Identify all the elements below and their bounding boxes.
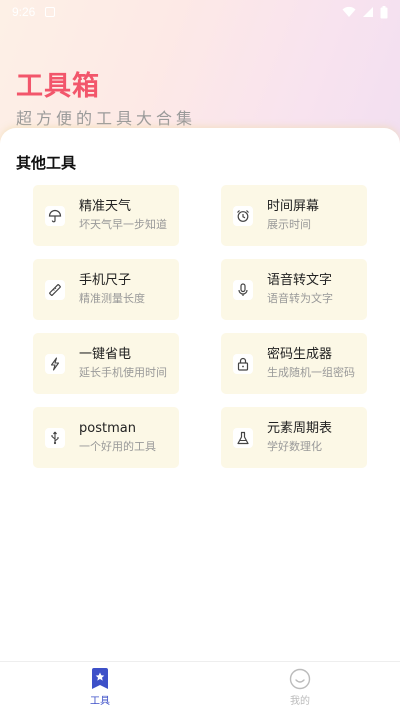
tool-name: 时间屏幕 bbox=[267, 199, 320, 214]
status-icons bbox=[342, 5, 388, 19]
tool-card-weather[interactable]: 精准天气 坏天气早一步知道 bbox=[33, 185, 179, 246]
tool-card-speech-to-text[interactable]: 语音转文字 语音转为文字 bbox=[221, 259, 367, 320]
umbrella-icon bbox=[45, 205, 65, 226]
tool-name: 密码生成器 bbox=[267, 347, 333, 362]
tool-desc: 延长手机使用时间 bbox=[79, 366, 167, 379]
wifi-icon bbox=[342, 6, 356, 17]
tool-card-time-screen[interactable]: 时间屏幕 展示时间 bbox=[221, 185, 367, 246]
tool-name: 一键省电 bbox=[79, 347, 132, 362]
tool-card-ruler[interactable]: 手机尺子 精准测量长度 bbox=[33, 259, 179, 320]
smiley-icon bbox=[289, 668, 311, 690]
tool-desc: 展示时间 bbox=[267, 218, 311, 231]
battery-icon bbox=[380, 5, 388, 18]
tool-card-periodic-table[interactable]: 元素周期表 学好数理化 bbox=[221, 407, 367, 468]
tool-desc: 一个好用的工具 bbox=[79, 440, 156, 453]
star-bookmark-icon bbox=[92, 668, 108, 689]
nav-item-mine[interactable]: 我的 bbox=[280, 668, 320, 707]
tool-desc: 语音转为文字 bbox=[267, 292, 333, 305]
tool-name: 元素周期表 bbox=[267, 421, 333, 436]
section-title: 其他工具 bbox=[16, 154, 77, 172]
tool-name: 手机尺子 bbox=[79, 273, 132, 288]
nav-label-mine: 我的 bbox=[290, 696, 310, 707]
tool-desc: 学好数理化 bbox=[267, 440, 322, 453]
tool-card-password-generator[interactable]: 密码生成器 生成随机一组密码 bbox=[221, 333, 367, 394]
bottom-nav: 工具 我的 bbox=[0, 661, 400, 712]
tool-name: 语音转文字 bbox=[267, 273, 333, 288]
flask-icon bbox=[233, 427, 253, 448]
usb-icon bbox=[45, 427, 65, 448]
tool-card-power-save[interactable]: 一键省电 延长手机使用时间 bbox=[33, 333, 179, 394]
tool-name: postman bbox=[79, 421, 136, 436]
notification-icon bbox=[45, 7, 56, 17]
app-title: 工具箱 bbox=[16, 71, 100, 102]
status-time: 9:26 bbox=[12, 5, 36, 19]
nav-label-tools: 工具 bbox=[90, 696, 110, 707]
tool-desc: 坏天气早一步知道 bbox=[79, 218, 167, 231]
ruler-icon bbox=[45, 279, 65, 300]
tool-desc: 生成随机一组密码 bbox=[267, 366, 355, 379]
status-bar: 9:26 bbox=[0, 0, 400, 24]
nav-item-tools[interactable]: 工具 bbox=[80, 668, 120, 707]
lock-icon bbox=[233, 353, 253, 374]
signal-icon bbox=[363, 7, 373, 17]
tool-name: 精准天气 bbox=[79, 199, 132, 214]
alarm-clock-icon bbox=[233, 205, 253, 226]
microphone-icon bbox=[233, 279, 253, 300]
tool-card-postman[interactable]: postman 一个好用的工具 bbox=[33, 407, 179, 468]
app-subtitle: 超方便的工具大合集 bbox=[16, 109, 197, 128]
tool-desc: 精准测量长度 bbox=[79, 292, 145, 305]
lightning-icon bbox=[45, 353, 65, 374]
